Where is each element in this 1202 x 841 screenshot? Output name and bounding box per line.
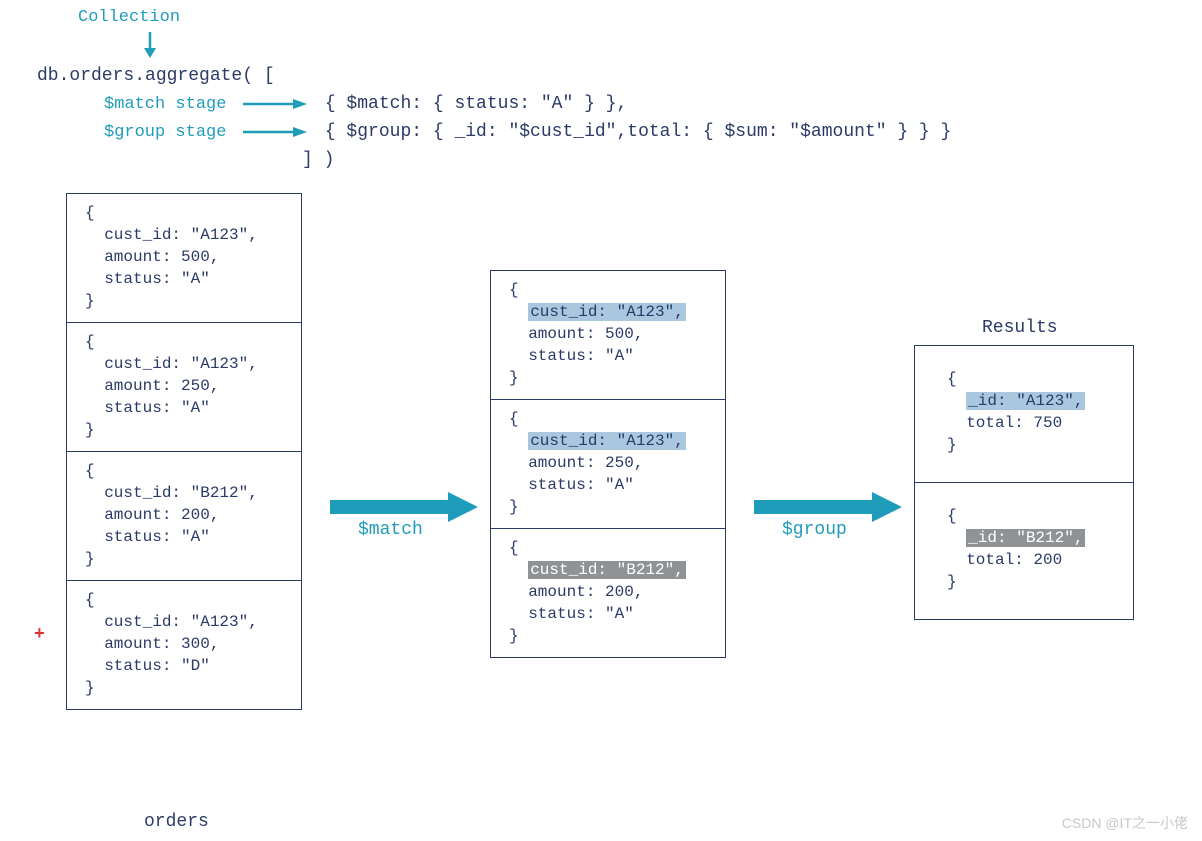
watermark: CSDN @IT之一小佬: [1062, 813, 1188, 833]
aggregate-call: db.orders.aggregate( [: [37, 62, 275, 90]
matched-doc: { cust_id: "A123", amount: 250, status: …: [491, 400, 725, 529]
match-stage-label: $match stage: [104, 95, 226, 114]
results-doc: { _id: "B212", total: 200 }: [915, 483, 1133, 619]
red-plus-marker: +: [34, 625, 45, 645]
matched-box: { cust_id: "A123", amount: 500, status: …: [490, 270, 726, 658]
results-label: Results: [982, 318, 1058, 338]
arrow-down-icon: [140, 30, 160, 60]
matched-doc: { cust_id: "A123", amount: 500, status: …: [491, 271, 725, 400]
orders-label: orders: [144, 812, 209, 832]
arrow-right-icon: [241, 97, 311, 111]
arrow-right-icon: [241, 125, 311, 139]
group-arrow-label: $group: [782, 520, 847, 540]
match-arrow-label: $match: [358, 520, 423, 540]
group-code: { $group: { _id: "$cust_id",total: { $su…: [325, 122, 952, 142]
match-code: { $match: { status: "A" } },: [325, 94, 627, 114]
collection-label: Collection: [78, 8, 180, 27]
matched-doc: { cust_id: "B212", amount: 200, status: …: [491, 529, 725, 657]
results-box: { _id: "A123", total: 750 } { _id: "B212…: [914, 345, 1134, 620]
orders-doc: { cust_id: "B212", amount: 200, status: …: [67, 452, 301, 581]
group-stage-label: $group stage: [104, 123, 226, 142]
orders-doc: { cust_id: "A123", amount: 250, status: …: [67, 323, 301, 452]
orders-box: { cust_id: "A123", amount: 500, status: …: [66, 193, 302, 710]
aggregate-close: ] ): [302, 146, 334, 174]
orders-doc: { cust_id: "A123", amount: 300, status: …: [67, 581, 301, 709]
results-doc: { _id: "A123", total: 750 }: [915, 346, 1133, 483]
orders-doc: { cust_id: "A123", amount: 500, status: …: [67, 194, 301, 323]
